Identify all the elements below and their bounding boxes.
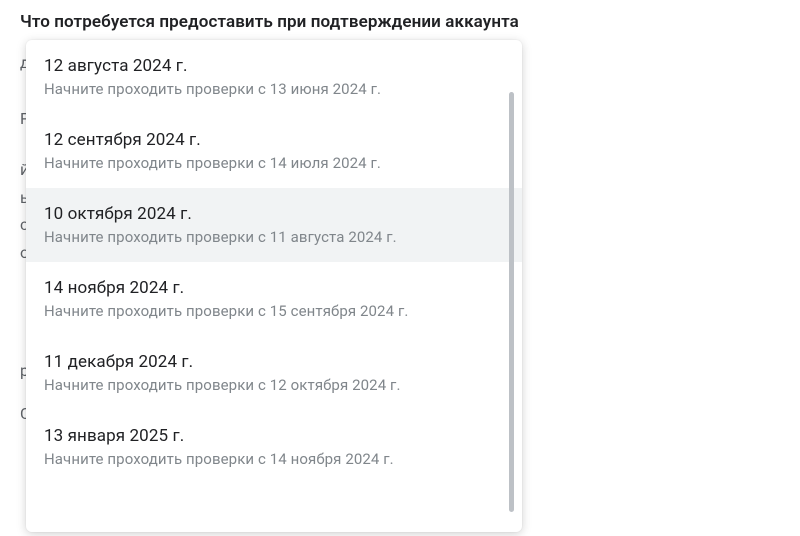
date-option-subtitle: Начните проходить проверки с 13 июня 202… [44,80,504,98]
date-option-subtitle: Начните проходить проверки с 11 августа … [44,228,504,246]
date-option-title: 12 августа 2024 г. [44,56,504,76]
date-dropdown[interactable]: 12 августа 2024 г. Начните проходить про… [26,40,522,532]
date-option[interactable]: 12 сентября 2024 г. Начните проходить пр… [26,114,522,188]
date-option[interactable]: 12 августа 2024 г. Начните проходить про… [26,40,522,114]
date-option-title: 13 января 2025 г. [44,426,504,446]
date-option-cutoff[interactable] [26,484,522,500]
date-option[interactable]: 13 января 2025 г. Начните проходить пров… [26,410,522,484]
scrollbar-thumb[interactable] [509,92,514,512]
date-option-subtitle: Начните проходить проверки с 14 ноября 2… [44,450,504,468]
date-option-hovered[interactable]: 10 октября 2024 г. Начните проходить про… [26,188,522,262]
date-option-subtitle: Начните проходить проверки с 15 сентября… [44,302,504,320]
date-option[interactable]: 14 ноября 2024 г. Начните проходить пров… [26,262,522,336]
date-option-title: 10 октября 2024 г. [44,204,504,224]
dropdown-scroll[interactable]: 12 августа 2024 г. Начните проходить про… [26,40,522,532]
date-option-title: 14 ноября 2024 г. [44,278,504,298]
date-option-title: 12 сентября 2024 г. [44,130,504,150]
date-option-subtitle: Начните проходить проверки с 14 июля 202… [44,154,504,172]
date-option-subtitle: Начните проходить проверки с 12 октября … [44,376,504,394]
date-option-title: 11 декабря 2024 г. [44,352,504,372]
date-option[interactable]: 11 декабря 2024 г. Начните проходить про… [26,336,522,410]
